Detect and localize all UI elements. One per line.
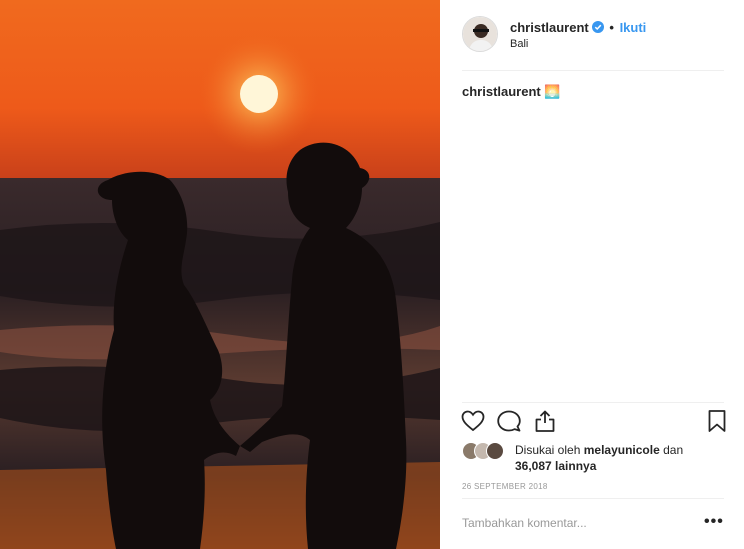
likes-text: Disukai oleh melayunicole dan 36,087 lai…: [515, 442, 725, 474]
username-link[interactable]: christlaurent: [510, 20, 589, 35]
bookmark-icon[interactable]: [704, 408, 732, 436]
liked-by-prefix: Disukai oleh: [515, 443, 581, 457]
heart-icon[interactable]: [460, 408, 488, 436]
liked-by-and: dan: [663, 443, 684, 457]
comment-input[interactable]: Tambahkan komentar...: [462, 516, 587, 530]
caption-username[interactable]: christlaurent: [462, 84, 541, 99]
share-icon[interactable]: [532, 408, 560, 436]
likes-count-link[interactable]: 36,087: [515, 459, 552, 473]
post-date[interactable]: 26 SEPTEMBER 2018: [462, 482, 548, 491]
location-link[interactable]: Bali: [510, 38, 528, 50]
action-bar: [460, 408, 728, 438]
liker-avatar[interactable]: [486, 442, 504, 460]
more-options-icon[interactable]: •••: [704, 513, 724, 531]
separator-dot: •: [609, 20, 614, 35]
likes-summary: Disukai oleh melayunicole dan 36,087 lai…: [462, 440, 724, 476]
post-details-panel: christlaurent • Ikuti Bali christlaurent…: [440, 0, 744, 549]
likes-others-label[interactable]: lainnya: [555, 459, 596, 473]
follow-button[interactable]: Ikuti: [620, 20, 647, 35]
post-header: christlaurent • Ikuti Bali: [462, 16, 724, 56]
comment-icon[interactable]: [496, 408, 524, 436]
liker-username-link[interactable]: melayunicole: [584, 443, 660, 457]
username-row: christlaurent • Ikuti: [510, 20, 646, 35]
post-photo[interactable]: [0, 0, 440, 549]
verified-badge-icon: [591, 21, 604, 33]
avatar[interactable]: [462, 16, 498, 52]
divider: [462, 402, 724, 403]
caption: christlaurent 🌅: [462, 84, 561, 100]
divider: [462, 70, 724, 71]
sunset-silhouette-image: [0, 0, 440, 549]
sunrise-emoji-icon: 🌅: [544, 84, 561, 99]
divider: [462, 498, 724, 499]
